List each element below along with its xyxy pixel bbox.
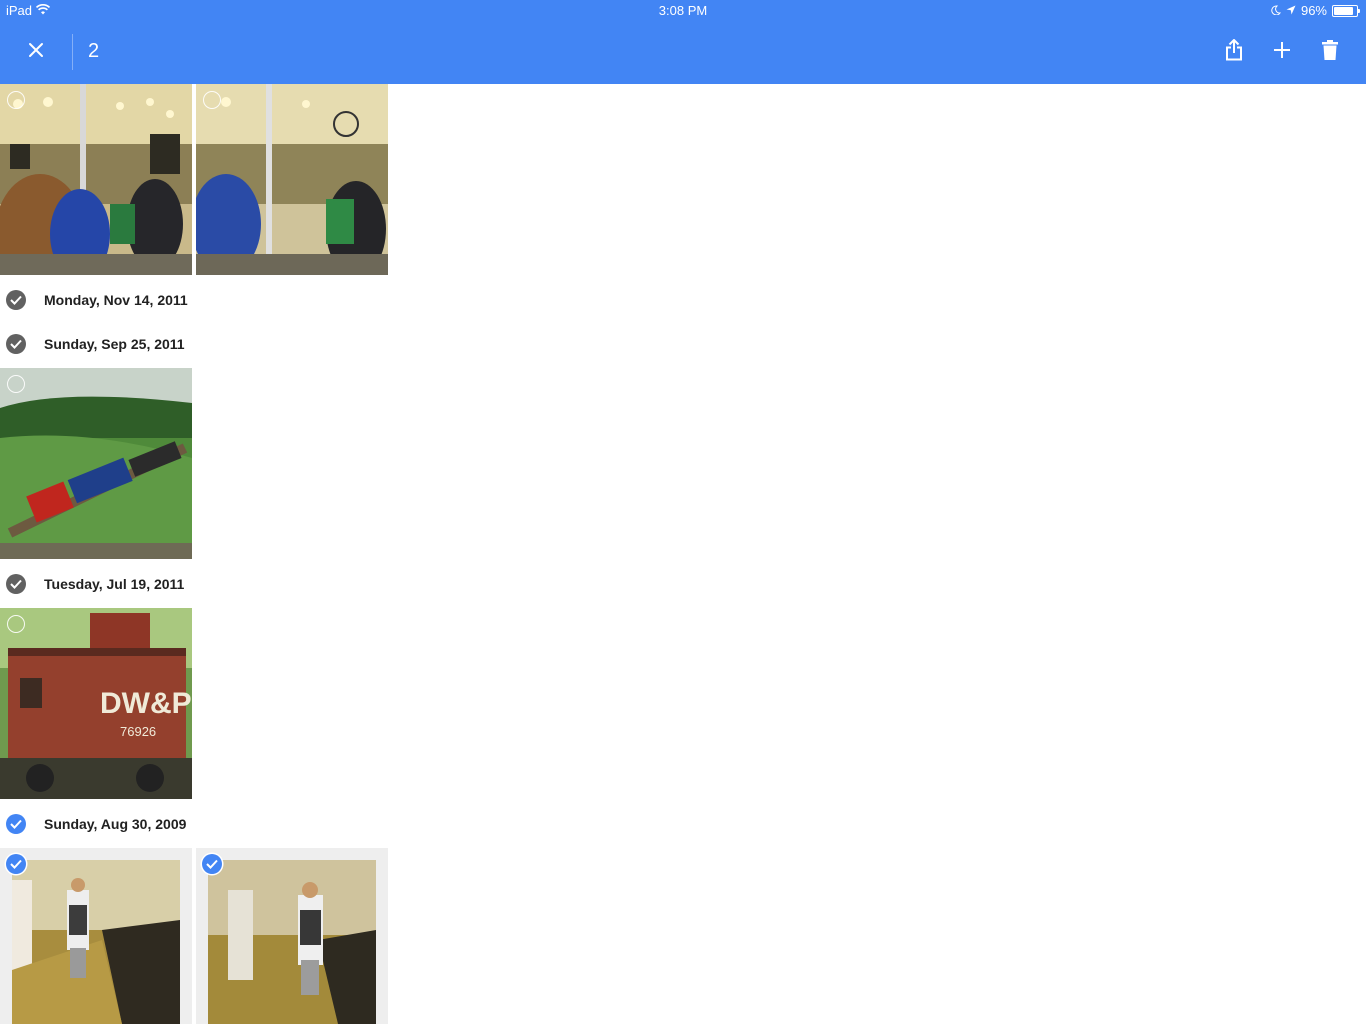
photo-grid: Monday, Nov 14, 2011 Sunday, Sep 25, 201…	[0, 84, 1366, 1024]
photo-tile[interactable]	[0, 84, 192, 275]
moon-icon	[1271, 3, 1281, 18]
date-label: Tuesday, Jul 19, 2011	[44, 576, 185, 592]
photo-tile-selected[interactable]	[0, 848, 192, 1024]
date-header[interactable]: Monday, Nov 14, 2011	[0, 278, 400, 322]
selected-check-icon[interactable]	[6, 854, 26, 874]
add-button[interactable]	[1262, 32, 1302, 72]
delete-icon	[1322, 39, 1338, 65]
check-icon[interactable]	[6, 290, 26, 310]
photo-tile[interactable]	[196, 84, 388, 275]
add-icon	[1273, 41, 1291, 64]
selection-toolbar: 2	[0, 22, 1366, 84]
battery-icon	[1332, 4, 1360, 17]
selection-circle-icon[interactable]	[7, 91, 25, 109]
photo-tile[interactable]: DW&P 76926	[0, 608, 192, 799]
photo-tile[interactable]	[0, 368, 192, 559]
caboose-lettering: DW&P	[100, 687, 192, 720]
close-icon	[28, 42, 44, 63]
share-button[interactable]	[1214, 32, 1254, 72]
photo-frame	[12, 860, 180, 1024]
date-label: Sunday, Aug 30, 2009	[44, 816, 187, 832]
selection-circle-icon[interactable]	[7, 375, 25, 393]
selected-count: 2	[88, 40, 100, 62]
date-header[interactable]: Sunday, Aug 30, 2009	[0, 802, 400, 846]
photo-caboose: DW&P 76926	[0, 608, 192, 799]
caboose-number: 76926	[120, 724, 156, 739]
photo-frame	[208, 860, 376, 1024]
check-icon[interactable]	[6, 334, 26, 354]
delete-button[interactable]	[1310, 32, 1350, 72]
selection-circle-icon[interactable]	[7, 615, 25, 633]
date-label: Sunday, Sep 25, 2011	[44, 336, 185, 352]
photo-subway-platform-2	[208, 860, 376, 1024]
photo-train-interior	[0, 84, 192, 275]
photo-train-interior-2	[196, 84, 388, 275]
status-bar: iPad 3:08 PM 96%	[0, 0, 1366, 22]
location-arrow-icon	[1286, 3, 1296, 18]
date-label: Monday, Nov 14, 2011	[44, 292, 188, 308]
selected-check-icon[interactable]	[202, 854, 222, 874]
share-icon	[1225, 38, 1243, 66]
toolbar-divider	[72, 34, 73, 70]
top-app-bar: iPad 3:08 PM 96% 2	[0, 0, 1366, 84]
selection-circle-icon[interactable]	[203, 91, 221, 109]
status-right: 96%	[1271, 3, 1360, 18]
photo-subway-platform	[12, 860, 180, 1024]
battery-percent: 96%	[1300, 3, 1327, 18]
check-icon[interactable]	[6, 814, 26, 834]
status-time: 3:08 PM	[658, 3, 708, 18]
date-header[interactable]: Sunday, Sep 25, 2011	[0, 322, 400, 366]
close-button[interactable]	[16, 32, 56, 72]
photo-locomotive	[0, 368, 192, 559]
photo-tile-selected[interactable]	[196, 848, 388, 1024]
check-icon[interactable]	[6, 574, 26, 594]
date-header[interactable]: Tuesday, Jul 19, 2011	[0, 562, 400, 606]
